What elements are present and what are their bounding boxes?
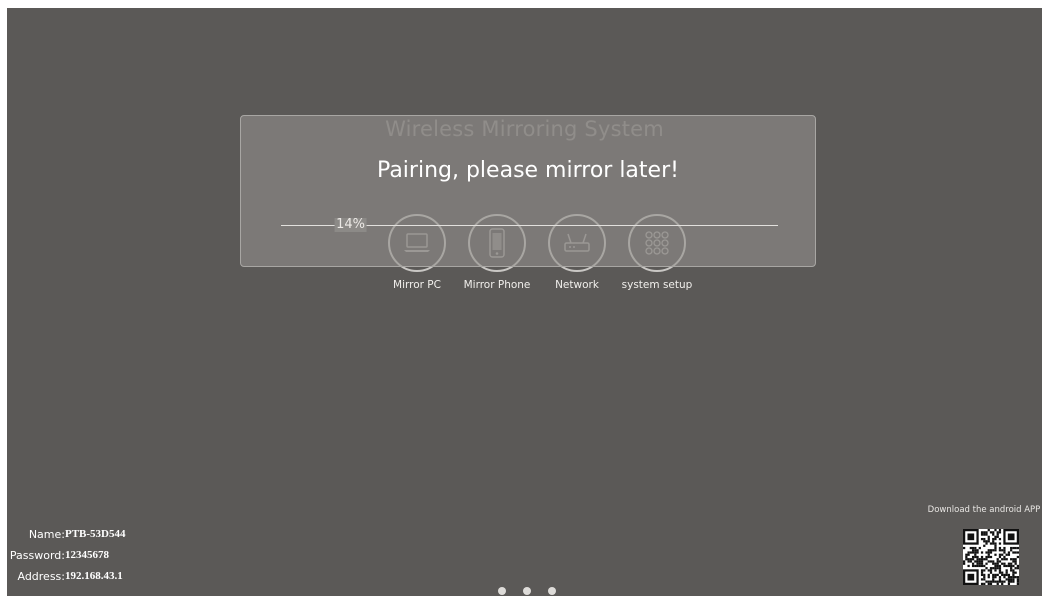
pairing-dialog: Pairing, please mirror later! 14%: [240, 115, 816, 267]
page-dot-3[interactable]: [548, 587, 556, 595]
mirror-phone-label: Mirror Phone: [463, 279, 531, 291]
download-caption: Download the android APP: [927, 505, 1041, 515]
device-info: Name: PTB-53D544 Password: 12345678 Addr…: [7, 524, 207, 587]
system-setup-label: system setup: [621, 279, 693, 291]
device-name-value: PTB-53D544: [65, 528, 126, 540]
android-app-download: Download the android APP: [919, 505, 1042, 585]
pairing-message: Pairing, please mirror later!: [377, 158, 679, 183]
page-indicator: [498, 587, 556, 595]
qr-code-icon[interactable]: [963, 529, 1019, 585]
device-address-value: 192.168.43.1: [65, 570, 123, 582]
device-password-label: Password:: [9, 549, 65, 562]
pairing-progress-bar: 14%: [281, 217, 778, 232]
device-name-label: Name:: [28, 528, 65, 541]
page-dot-2[interactable]: [523, 587, 531, 595]
device-password-value: 12345678: [65, 549, 109, 561]
progress-percent-label: 14%: [334, 217, 368, 232]
mirror-pc-label: Mirror PC: [393, 279, 441, 291]
page-dot-1[interactable]: [498, 587, 506, 595]
device-address-label: Address:: [17, 570, 65, 583]
device-name-row: Name: PTB-53D544: [7, 524, 207, 545]
device-password-row: Password: 12345678: [7, 545, 207, 566]
mirroring-home-screen: Wireless Mirroring System Mirror PC Mirr…: [7, 8, 1042, 596]
network-label: Network: [555, 279, 599, 291]
device-address-row: Address: 192.168.43.1: [7, 566, 207, 587]
